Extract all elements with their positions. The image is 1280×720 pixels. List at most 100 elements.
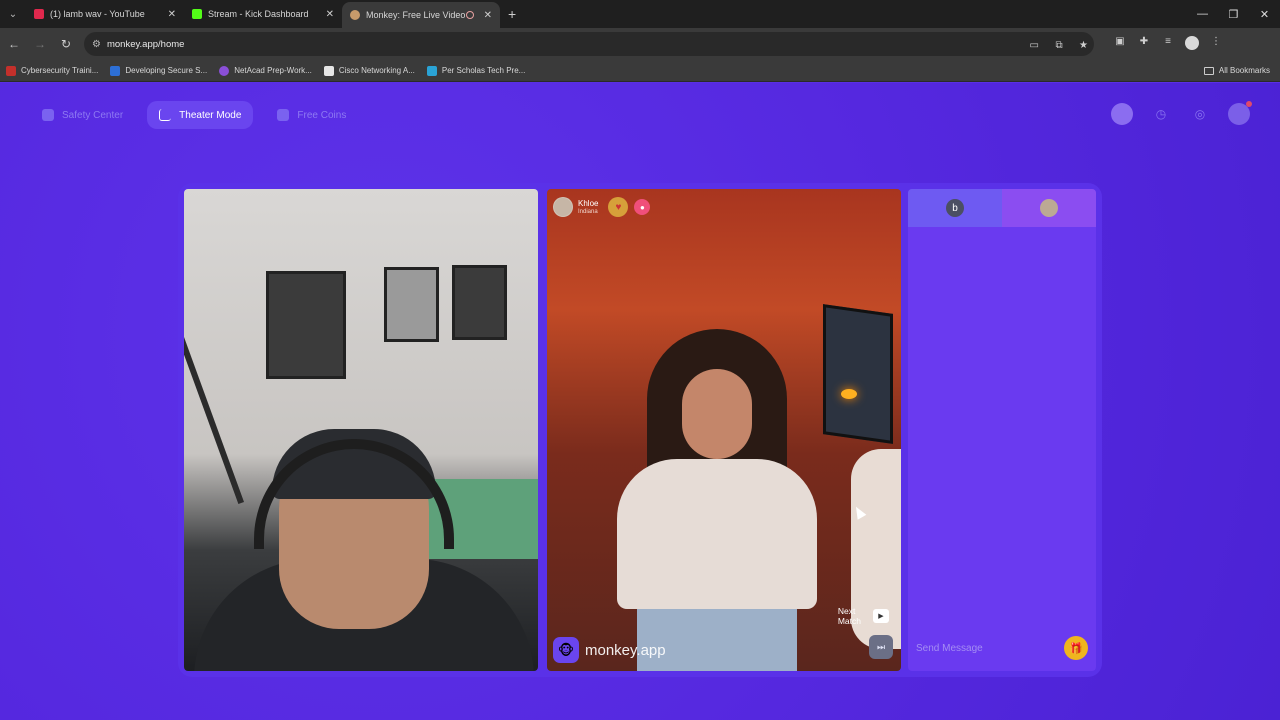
restore-icon[interactable]: ❐	[1218, 8, 1249, 21]
back-arrow-icon[interactable]: ←	[2, 37, 26, 51]
wall-frame	[266, 271, 346, 379]
omnibox-actions: ▭ ⧉ ★	[1024, 35, 1094, 53]
folder-icon	[1203, 66, 1214, 75]
puzzle-extensions-icon[interactable]: ✚	[1132, 36, 1156, 53]
close-tab-icon[interactable]: ✕	[168, 9, 176, 20]
toolbar-icons: ▣ ✚ ≡ ⋮	[1108, 35, 1228, 53]
theater-mode-button[interactable]: Theater Mode	[147, 101, 254, 129]
partner-location: Indiana	[578, 208, 598, 215]
bookmark-item[interactable]: Cybersecurity Traini...	[0, 65, 104, 76]
media-control-icon[interactable]: ≡	[1156, 36, 1180, 53]
new-tab-plus-icon[interactable]: +	[508, 6, 516, 22]
play-key-icon: ▶	[873, 609, 889, 624]
tab-title: Stream - Kick Dashboard	[208, 9, 309, 19]
free-coins-label: Free Coins	[297, 109, 347, 121]
bookmark-item[interactable]: Developing Secure S...	[104, 65, 213, 76]
chat-tab-self[interactable]: b	[908, 189, 1002, 227]
bookmark-label: Cisco Networking A...	[338, 66, 415, 75]
bookmark-item[interactable]: NetAcad Prep-Work...	[213, 65, 318, 76]
wall-frame	[384, 267, 439, 342]
heart-badge-icon[interactable]: ♥	[608, 197, 629, 217]
history-clock-icon[interactable]: ◷	[1150, 103, 1172, 125]
watermark-text: monkey.app	[585, 641, 666, 659]
profile-icon[interactable]	[1180, 35, 1204, 53]
bookmark-favicon-icon	[219, 65, 230, 76]
tab-title: Monkey: Free Live Video Ch	[366, 10, 466, 20]
gift-icon: 🎁	[1069, 642, 1083, 655]
reload-icon[interactable]: ↻	[54, 37, 78, 51]
wall-tv	[823, 304, 893, 444]
close-tab-icon[interactable]: ✕	[326, 9, 334, 20]
address-bar-row: ← → ↻ ⚙ monkey.app/home ▭ ⧉ ★ ▣ ✚ ≡ ⋮	[0, 28, 1280, 60]
bookmark-item[interactable]: Cisco Networking A...	[318, 65, 421, 76]
mic-arm	[184, 314, 245, 504]
open-in-app-icon[interactable]: ⧉	[1055, 40, 1062, 51]
gift-button[interactable]: 🎁	[1064, 636, 1088, 660]
all-bookmarks-label: All Bookmarks	[1218, 66, 1270, 75]
bookmark-favicon-icon	[426, 65, 437, 76]
next-match-label: Next Match	[838, 606, 861, 627]
extension-icon[interactable]: ▣	[1108, 36, 1132, 53]
skip-forward-button[interactable]: ⏭	[869, 635, 893, 659]
bookmark-item[interactable]: Per Scholas Tech Pre...	[421, 65, 531, 76]
top-nav: Safety Center Theater Mode Free Coins	[30, 101, 358, 129]
partner-text: Khloe Indiana	[578, 199, 598, 215]
safety-center-label: Safety Center	[62, 109, 124, 121]
bookmark-favicon-icon	[323, 65, 334, 76]
bookmark-label: Cybersecurity Traini...	[21, 66, 99, 75]
bookmark-star-icon[interactable]: ★	[1079, 40, 1088, 51]
theater-expand-icon	[159, 109, 172, 121]
partner-shirt	[617, 459, 817, 609]
all-bookmarks[interactable]: All Bookmarks	[1203, 66, 1270, 75]
bookmark-label: Developing Secure S...	[125, 66, 208, 75]
next-match-line1: Next	[837, 605, 856, 616]
messages-icon[interactable]: ◎	[1189, 103, 1211, 125]
forward-arrow-icon[interactable]: →	[28, 37, 52, 51]
next-match-button[interactable]: Next Match ▶	[838, 606, 889, 627]
window-controls: — ❐ ✕	[1187, 8, 1280, 21]
close-tab-icon[interactable]: ✕	[484, 10, 492, 21]
omnibox[interactable]: ⚙ monkey.app/home ▭ ⧉ ★	[84, 32, 1094, 56]
partner-avatar[interactable]	[553, 197, 573, 217]
bookmark-label: NetAcad Prep-Work...	[234, 66, 312, 75]
shield-icon	[42, 109, 54, 121]
minimize-icon[interactable]: —	[1187, 8, 1218, 21]
tab-search-chevron-icon[interactable]: ⌄	[0, 0, 26, 28]
tab-kick[interactable]: Stream - Kick Dashboard ✕	[184, 0, 342, 28]
bookmark-favicon-icon	[6, 65, 16, 76]
lamp-light	[841, 389, 857, 399]
safety-center-button[interactable]: Safety Center	[30, 101, 135, 129]
tab-title: (1) lamb wav - YouTube	[50, 9, 145, 19]
chat-panel: b 🎁	[908, 189, 1096, 671]
notification-dot	[1246, 101, 1252, 107]
monkey-favicon-icon	[350, 10, 360, 20]
send-message-input[interactable]	[916, 642, 1064, 654]
wall-frame	[452, 265, 507, 340]
browser-tab-strip: ⌄ (1) lamb wav - YouTube ✕ Stream - Kick…	[0, 0, 1280, 28]
bookmarks-bar: Cybersecurity Traini... Developing Secur…	[0, 60, 1280, 82]
bookmark-label: Per Scholas Tech Pre...	[441, 66, 526, 75]
kick-favicon-icon	[192, 9, 202, 19]
tab-youtube[interactable]: (1) lamb wav - YouTube ✕	[26, 0, 184, 28]
partner-info[interactable]: Khloe Indiana ♥ ●	[553, 197, 651, 217]
location-pin-badge-icon[interactable]: ●	[634, 199, 651, 215]
user-status-icon[interactable]	[1111, 103, 1133, 125]
skip-forward-icon: ⏭	[876, 641, 886, 652]
video-chat-stage: Khloe Indiana ♥ ● 🐵 monkey.app Next Matc…	[178, 183, 1102, 677]
chat-input-row: 🎁	[916, 633, 1088, 663]
self-video	[184, 189, 538, 671]
next-match-line2: Match	[837, 616, 861, 627]
url-text[interactable]: monkey.app/home	[107, 39, 1024, 50]
site-info-icon[interactable]: ⚙	[92, 39, 101, 50]
chat-tab-partner[interactable]	[1002, 189, 1096, 227]
menu-kebab-icon[interactable]: ⋮	[1204, 36, 1228, 53]
bookmark-favicon-icon	[110, 65, 121, 76]
camera-icon[interactable]: ▭	[1030, 40, 1039, 51]
recording-indicator-icon	[465, 11, 474, 19]
monkey-logo-icon: 🐵	[553, 637, 579, 663]
free-coins-button[interactable]: Free Coins	[265, 101, 358, 129]
self-avatar: b	[946, 199, 964, 217]
avatar[interactable]	[1228, 101, 1252, 125]
close-window-icon[interactable]: ✕	[1249, 8, 1280, 21]
tab-monkey[interactable]: Monkey: Free Live Video Ch ✕	[342, 2, 500, 28]
